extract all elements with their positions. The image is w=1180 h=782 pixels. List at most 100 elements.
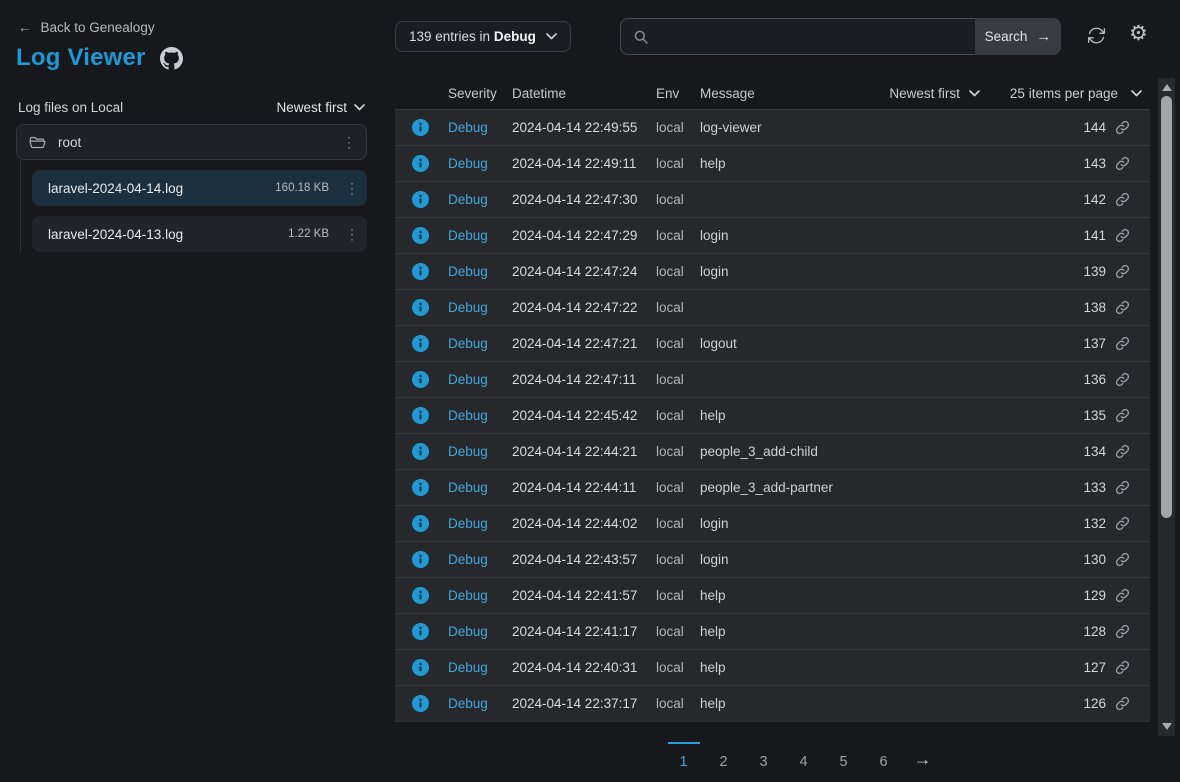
github-link[interactable] — [160, 47, 183, 70]
log-row[interactable]: Debug 2024-04-14 22:40:31 local help 127 — [395, 649, 1150, 685]
info-icon — [412, 119, 429, 136]
scrollbar-down-arrow-icon[interactable] — [1162, 723, 1172, 730]
row-message: help — [700, 624, 1083, 639]
permalink-icon[interactable] — [1115, 120, 1130, 135]
log-row[interactable]: Debug 2024-04-14 22:47:30 local 142 — [395, 181, 1150, 217]
log-file-item-selected[interactable]: laravel-2024-04-14.log 160.18 KB ⋮ — [32, 170, 367, 206]
page-button-5[interactable]: 5 — [828, 742, 860, 778]
log-row[interactable]: Debug 2024-04-14 22:45:42 local help 135 — [395, 397, 1150, 433]
log-file-size: 160.18 KB — [275, 182, 329, 194]
chevron-down-icon — [546, 33, 557, 40]
row-index: 129 — [1083, 588, 1106, 603]
severity-link[interactable]: Debug — [448, 480, 512, 495]
back-link[interactable]: ← Back to Genealogy — [18, 20, 155, 35]
chevron-down-icon — [1131, 90, 1142, 97]
table-sort-dropdown[interactable]: Newest first — [889, 86, 980, 101]
severity-link[interactable]: Debug — [448, 372, 512, 387]
permalink-icon[interactable] — [1115, 372, 1130, 387]
settings-button[interactable]: ⚙ — [1129, 23, 1148, 44]
search-button[interactable]: Search → — [975, 18, 1061, 55]
file-kebab-menu[interactable]: ⋮ — [345, 226, 357, 243]
page-button-4[interactable]: 4 — [788, 742, 820, 778]
log-row[interactable]: Debug 2024-04-14 22:41:17 local help 128 — [395, 613, 1150, 649]
severity-link[interactable]: Debug — [448, 624, 512, 639]
log-row[interactable]: Debug 2024-04-14 22:49:55 local log-view… — [395, 109, 1150, 145]
info-icon — [412, 299, 429, 316]
severity-link[interactable]: Debug — [448, 444, 512, 459]
severity-link[interactable]: Debug — [448, 588, 512, 603]
root-kebab-menu[interactable]: ⋮ — [342, 134, 354, 151]
root-folder-item[interactable]: root ⋮ — [16, 124, 367, 160]
log-row[interactable]: Debug 2024-04-14 22:47:29 local login 14… — [395, 217, 1150, 253]
row-env: local — [656, 264, 700, 279]
permalink-icon[interactable] — [1115, 552, 1130, 567]
permalink-icon[interactable] — [1115, 660, 1130, 675]
info-icon — [412, 371, 429, 388]
page-button-1[interactable]: 1 — [668, 742, 700, 778]
severity-link[interactable]: Debug — [448, 192, 512, 207]
log-row[interactable]: Debug 2024-04-14 22:47:21 local logout 1… — [395, 325, 1150, 361]
row-datetime: 2024-04-14 22:47:21 — [512, 336, 656, 351]
log-file-name: laravel-2024-04-14.log — [48, 181, 267, 196]
page-button-6[interactable]: 6 — [868, 742, 900, 778]
log-row[interactable]: Debug 2024-04-14 22:47:24 local login 13… — [395, 253, 1150, 289]
permalink-icon[interactable] — [1115, 444, 1130, 459]
severity-link[interactable]: Debug — [448, 264, 512, 279]
severity-link[interactable]: Debug — [448, 156, 512, 171]
row-index: 136 — [1083, 372, 1106, 387]
severity-link[interactable]: Debug — [448, 660, 512, 675]
severity-link[interactable]: Debug — [448, 300, 512, 315]
severity-link[interactable]: Debug — [448, 120, 512, 135]
log-row[interactable]: Debug 2024-04-14 22:47:22 local 138 — [395, 289, 1150, 325]
page-button-2[interactable]: 2 — [708, 742, 740, 778]
scrollbar-up-arrow-icon[interactable] — [1162, 84, 1172, 91]
permalink-icon[interactable] — [1115, 624, 1130, 639]
log-row[interactable]: Debug 2024-04-14 22:44:21 local people_3… — [395, 433, 1150, 469]
pagination-next-button[interactable]: → — [914, 742, 932, 778]
log-row[interactable]: Debug 2024-04-14 22:49:11 local help 143 — [395, 145, 1150, 181]
permalink-icon[interactable] — [1115, 696, 1130, 711]
row-datetime: 2024-04-14 22:40:31 — [512, 660, 656, 675]
permalink-icon[interactable] — [1115, 480, 1130, 495]
info-icon — [412, 191, 429, 208]
permalink-icon[interactable] — [1115, 264, 1130, 279]
severity-link[interactable]: Debug — [448, 228, 512, 243]
permalink-icon[interactable] — [1115, 156, 1130, 171]
info-icon — [412, 263, 429, 280]
pagination-pages: 123456 — [664, 742, 904, 778]
entries-filter-dropdown[interactable]: 139 entries in Debug — [395, 21, 571, 52]
per-page-dropdown[interactable]: 25 items per page — [1010, 86, 1142, 101]
permalink-icon[interactable] — [1115, 516, 1130, 531]
log-row[interactable]: Debug 2024-04-14 22:43:57 local login 13… — [395, 541, 1150, 577]
log-file-item[interactable]: laravel-2024-04-13.log 1.22 KB ⋮ — [32, 216, 367, 252]
permalink-icon[interactable] — [1115, 588, 1130, 603]
sidebar-sort-label: Newest first — [276, 100, 347, 115]
log-row[interactable]: Debug 2024-04-14 22:41:57 local help 129 — [395, 577, 1150, 613]
log-row[interactable]: Debug 2024-04-14 22:44:02 local login 13… — [395, 505, 1150, 541]
sidebar-sort-dropdown[interactable]: Newest first — [276, 100, 365, 115]
page-button-3[interactable]: 3 — [748, 742, 780, 778]
severity-link[interactable]: Debug — [448, 696, 512, 711]
scrollbar-thumb[interactable] — [1161, 96, 1172, 518]
log-row[interactable]: Debug 2024-04-14 22:37:17 local help 126 — [395, 685, 1150, 721]
log-row[interactable]: Debug 2024-04-14 22:47:11 local 136 — [395, 361, 1150, 397]
file-kebab-menu[interactable]: ⋮ — [345, 180, 357, 197]
table-scrollbar[interactable] — [1158, 78, 1175, 736]
refresh-button[interactable] — [1086, 25, 1107, 49]
severity-link[interactable]: Debug — [448, 408, 512, 423]
log-row[interactable]: Debug 2024-04-14 22:44:11 local people_3… — [395, 469, 1150, 505]
search-input[interactable] — [658, 29, 963, 44]
row-env: local — [656, 516, 700, 531]
row-index: 128 — [1083, 624, 1106, 639]
row-env: local — [656, 336, 700, 351]
severity-link[interactable]: Debug — [448, 552, 512, 567]
permalink-icon[interactable] — [1115, 228, 1130, 243]
permalink-icon[interactable] — [1115, 336, 1130, 351]
permalink-icon[interactable] — [1115, 192, 1130, 207]
severity-link[interactable]: Debug — [448, 336, 512, 351]
row-datetime: 2024-04-14 22:45:42 — [512, 408, 656, 423]
severity-link[interactable]: Debug — [448, 516, 512, 531]
permalink-icon[interactable] — [1115, 300, 1130, 315]
entries-level: Debug — [494, 29, 536, 44]
permalink-icon[interactable] — [1115, 408, 1130, 423]
